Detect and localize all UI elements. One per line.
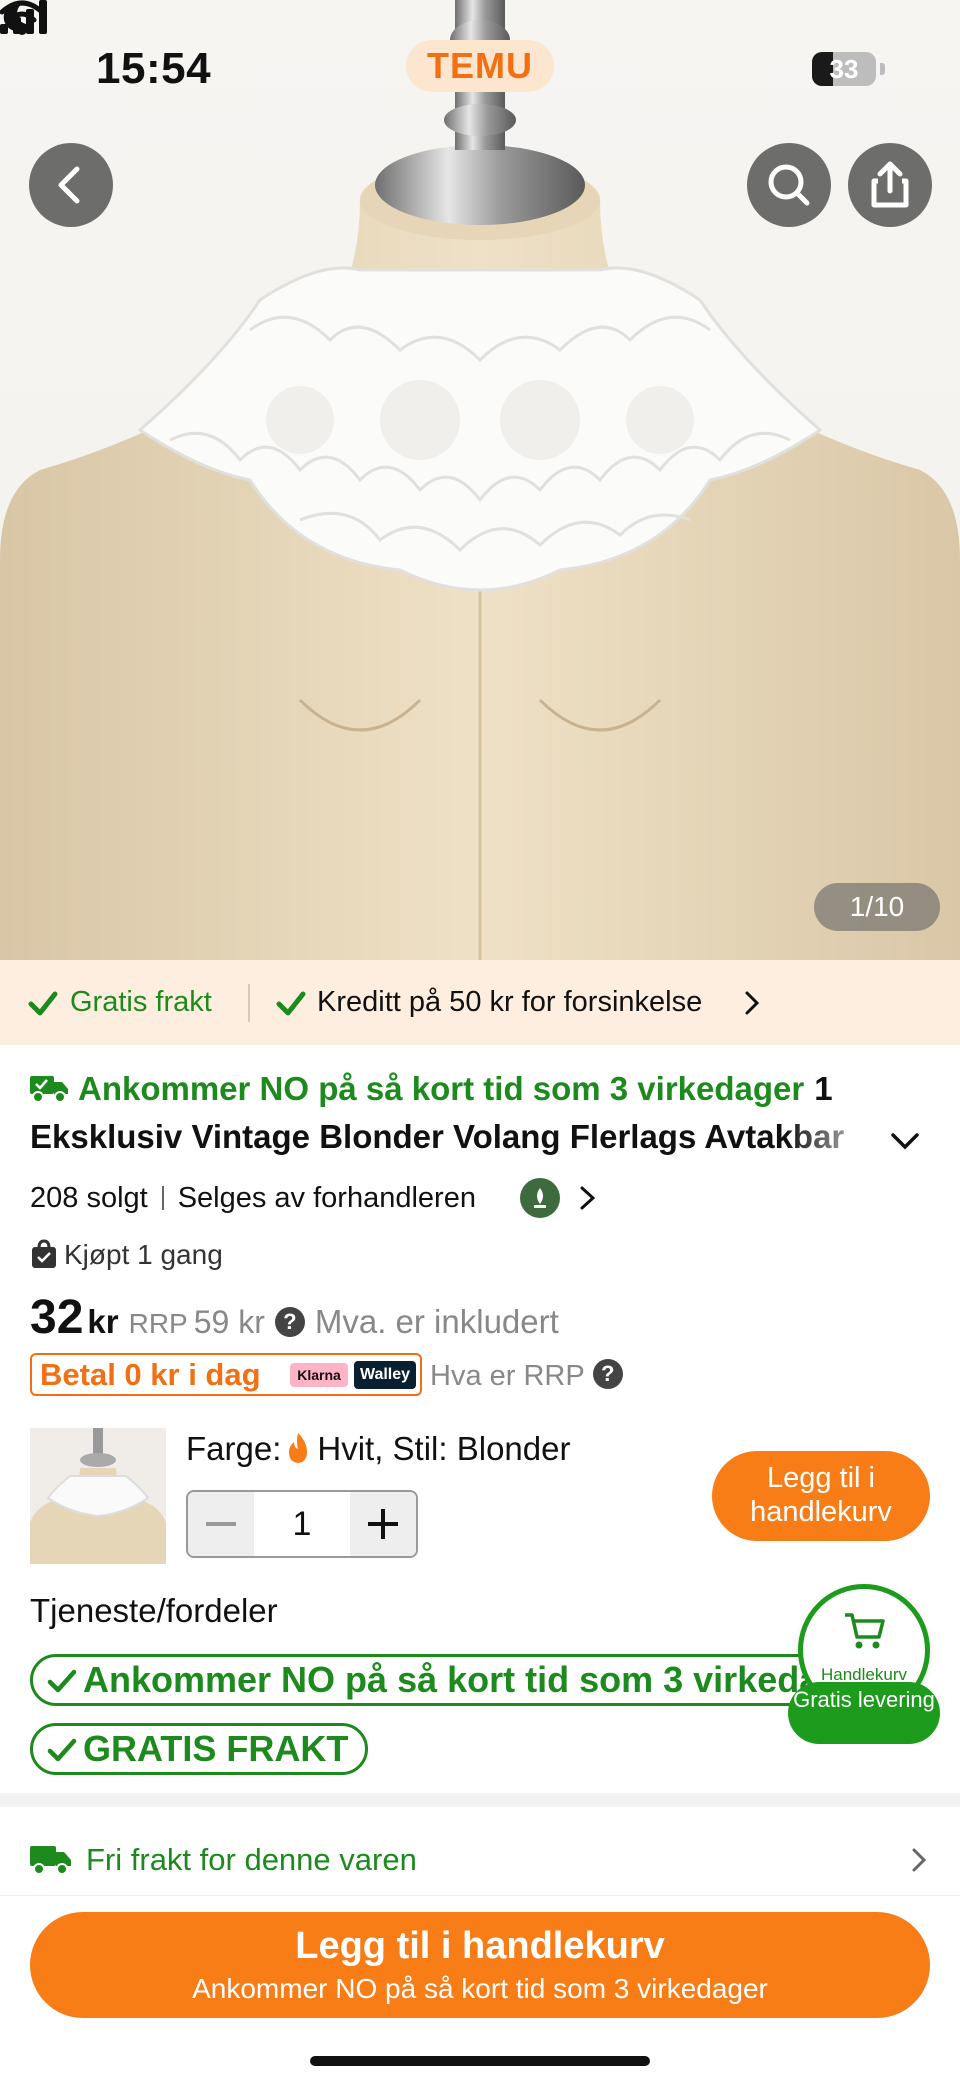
wifi-icon (0, 0, 44, 35)
add-to-cart-button[interactable]: Legg til i handlekurv Ankommer NO på så … (30, 1912, 930, 2018)
help-icon[interactable]: ? (274, 1307, 305, 1337)
share-icon (871, 161, 909, 208)
delay-credit-label: Kreditt på 50 kr for forsinkelse (317, 986, 703, 1018)
chevron-left-icon (58, 166, 80, 204)
price-line: 32 kr RRP 59 kr? Mva. er inkludert (30, 1290, 559, 1346)
check-icon (47, 1738, 77, 1762)
seller-logo-icon (534, 1188, 546, 1208)
image-counter: 1/10 (814, 883, 940, 931)
price-value: 32 (30, 1291, 84, 1344)
seller-label: Selges av forhandleren (177, 1182, 476, 1214)
free-delivery-badge: Gratis levering (788, 1682, 940, 1744)
delivery-text: Ankommer NO på så kort tid som 3 virkeda… (78, 1070, 805, 1107)
free-shipping-row[interactable]: Fri frakt for denne varen (30, 1838, 930, 1882)
rrp-label: RRP (128, 1308, 188, 1339)
chevron-right-icon (745, 991, 760, 1015)
increase-quantity-button[interactable] (350, 1492, 416, 1556)
flame-icon (289, 1433, 308, 1463)
bottom-action-bar: Legg til i handlekurv Ankommer NO på så … (0, 1895, 960, 2081)
add-to-cart-small-button[interactable]: Legg til i handlekurv (712, 1451, 930, 1541)
price-currency: kr (87, 1303, 119, 1340)
shopping-cart-icon (845, 1613, 885, 1649)
delivery-promise: Ankommer NO på så kort tid som 3 virkeda… (30, 1070, 930, 1114)
share-button[interactable] (848, 143, 932, 227)
quantity-value[interactable]: 1 (254, 1492, 350, 1556)
chevron-right-icon[interactable] (578, 1184, 598, 1212)
pill-text: Ankommer NO på så kort tid som 3 virkeda… (83, 1659, 830, 1700)
product-title[interactable]: Eksklusiv Vintage Blonder Volang Flerlag… (30, 1118, 890, 1162)
back-button[interactable] (29, 143, 113, 227)
vat-note: Mva. er inkludert (314, 1303, 559, 1340)
variant-thumbnail[interactable] (30, 1428, 166, 1564)
klarna-logo: Klarna (290, 1363, 348, 1387)
sales-seller-line[interactable]: 208 solgt Selges av forhandleren (30, 1178, 476, 1218)
check-icon (47, 1669, 77, 1693)
rrp-value: 59 kr (193, 1304, 265, 1340)
section-divider (0, 1793, 960, 1807)
chevron-right-icon (912, 1848, 927, 1872)
search-button[interactable] (747, 143, 831, 227)
battery-percent: 33 (829, 54, 859, 84)
bought-text: Kjøpt 1 gang (64, 1239, 223, 1270)
battery-tip (880, 63, 885, 75)
title-prefix-number: 1 (814, 1070, 833, 1107)
free-shipping-text: Fri frakt for denne varen (86, 1842, 417, 1877)
free-shipping-label: Gratis frakt (70, 986, 212, 1018)
free-shipping-pill: GRATIS FRAKT (30, 1723, 368, 1775)
pay-today-text: Betal 0 kr i dag (40, 1357, 261, 1392)
rrp-help-link[interactable]: Hva er RRP? (430, 1356, 623, 1396)
benefits-strip[interactable]: Gratis frakt Kreditt på 50 kr for forsin… (0, 960, 960, 1045)
color-label: Farge: (186, 1430, 282, 1467)
check-icon (276, 991, 306, 1016)
services-heading: Tjeneste/fordeler (30, 1592, 278, 1629)
sold-count: 208 solgt (30, 1182, 148, 1214)
decrease-quantity-button[interactable] (188, 1492, 254, 1556)
cta-subtitle: Ankommer NO på så kort tid som 3 virkeda… (192, 1973, 768, 2004)
walley-logo: Walley (354, 1361, 416, 1389)
search-icon (768, 164, 810, 206)
pill-text: GRATIS FRAKT (83, 1728, 349, 1769)
delivery-truck-icon (30, 1076, 68, 1103)
seller-avatar[interactable] (520, 1178, 560, 1218)
variant-selection[interactable]: Farge: Hvit, Stil: Blonder (186, 1428, 570, 1470)
home-indicator[interactable] (310, 2056, 650, 2066)
strip-divider (248, 984, 250, 1022)
temu-logo: TEMU (406, 40, 554, 92)
pay-later-badge[interactable]: Betal 0 kr i dag Klarna Walley (30, 1353, 422, 1396)
delivery-truck-icon (30, 1846, 71, 1875)
chevron-down-icon[interactable] (888, 1128, 922, 1154)
cta-label: Legg til i handlekurv (295, 1925, 665, 1967)
bought-count: Kjøpt 1 gang (30, 1235, 223, 1275)
rrp-help-text: Hva er RRP (430, 1360, 585, 1392)
status-time: 15:54 (96, 44, 212, 93)
help-icon: ? (592, 1359, 623, 1389)
separator (161, 1186, 164, 1210)
product-image-carousel[interactable]: 15:54 TEMU 33 1/10 (0, 0, 960, 960)
status-bar: 15:54 TEMU 33 (0, 0, 960, 140)
quantity-stepper[interactable]: 1 (186, 1490, 418, 1558)
thumbnail-image (30, 1428, 166, 1564)
check-icon (28, 991, 58, 1016)
delivery-promise-pill: Ankommer NO på så kort tid som 3 virkeda… (30, 1654, 830, 1706)
battery-indicator: 33 (812, 52, 876, 86)
shopping-bag-icon (32, 1239, 56, 1268)
variant-value: Hvit, Stil: Blonder (317, 1430, 571, 1467)
